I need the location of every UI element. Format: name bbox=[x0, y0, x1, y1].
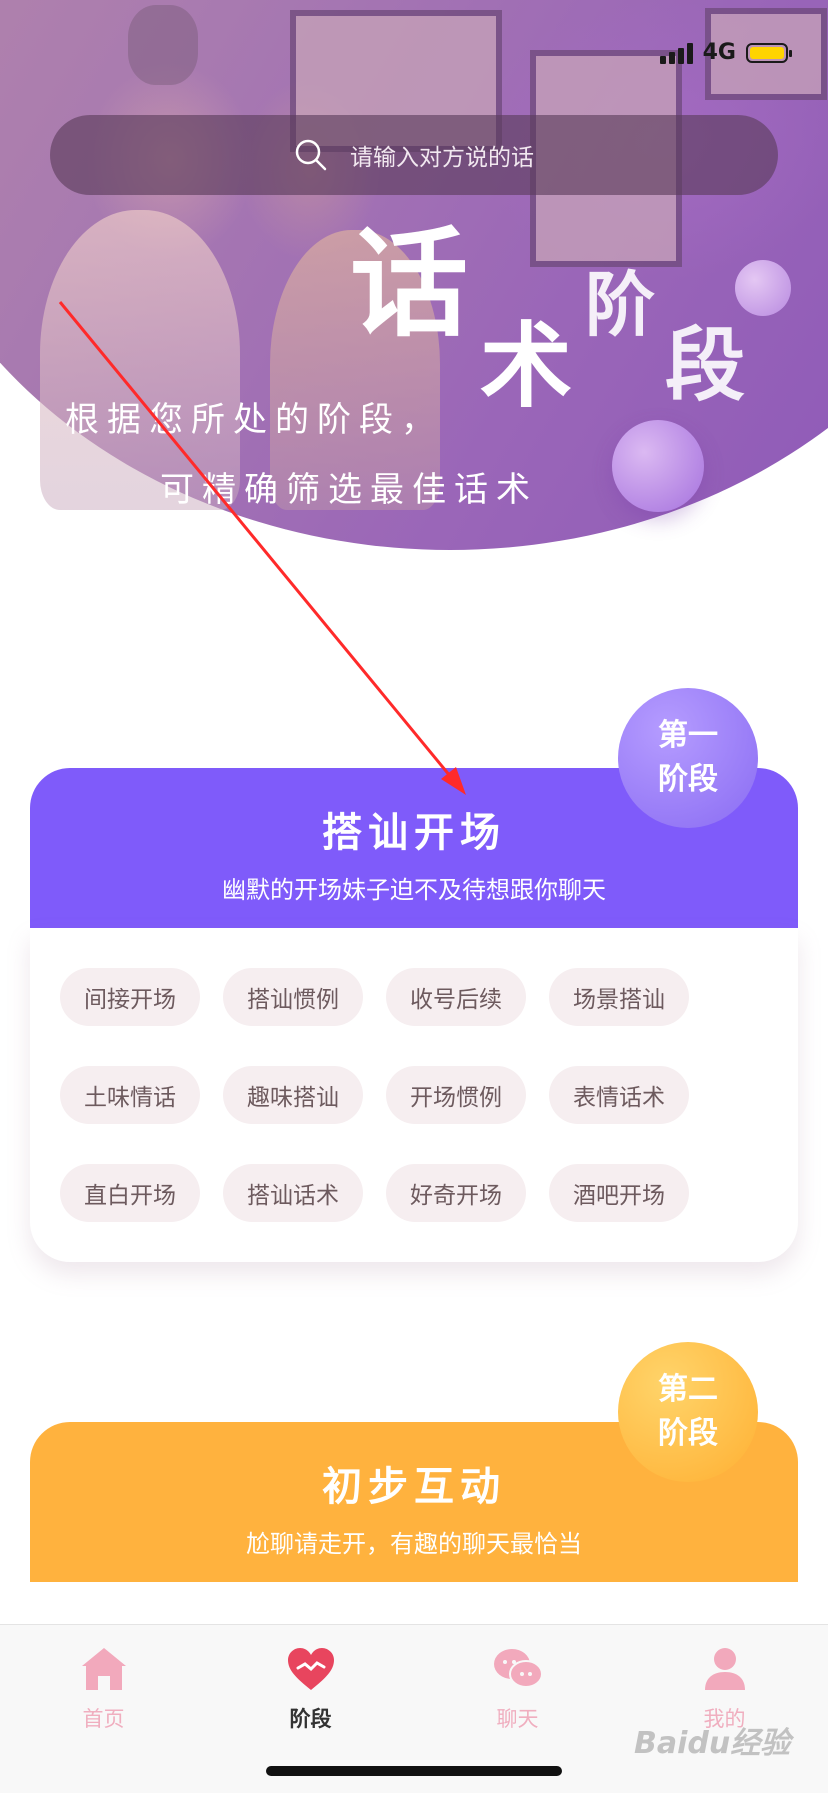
home-icon bbox=[78, 1643, 130, 1695]
heart-icon bbox=[285, 1643, 337, 1695]
tab-label: 阶段 bbox=[289, 1707, 332, 1731]
tab-label: 首页 bbox=[82, 1707, 125, 1731]
tab-mine[interactable]: 我的 bbox=[621, 1625, 828, 1793]
annotation-arrow bbox=[58, 301, 466, 795]
tab-home[interactable]: 首页 bbox=[0, 1625, 207, 1793]
chat-bubbles-icon bbox=[492, 1643, 544, 1695]
watermark: Baidu经验 bbox=[634, 1726, 791, 1761]
home-indicator bbox=[266, 1766, 562, 1776]
user-icon bbox=[699, 1643, 751, 1695]
tab-label: 聊天 bbox=[496, 1707, 539, 1731]
